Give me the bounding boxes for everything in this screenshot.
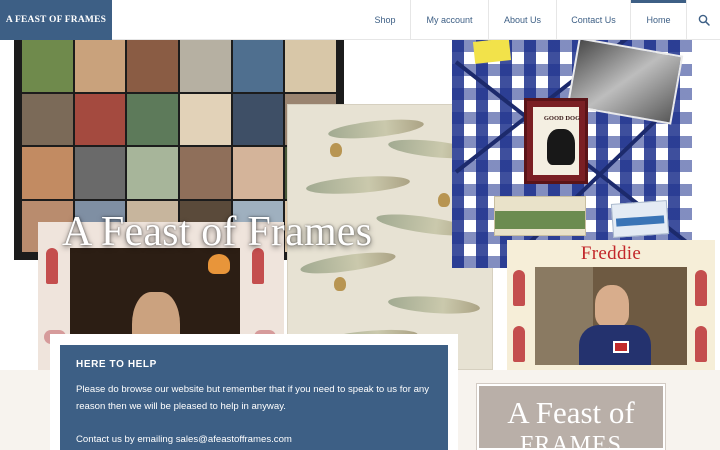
collage-photo bbox=[74, 147, 126, 199]
nav-item-shop[interactable]: Shop bbox=[360, 0, 410, 40]
union-flag bbox=[613, 341, 629, 353]
freddie-frame-label: Freddie bbox=[580, 243, 642, 264]
market-card bbox=[494, 196, 586, 236]
hook bbox=[330, 143, 342, 157]
sidebar-logo-line2: FRAMES bbox=[519, 432, 623, 450]
collage-photo bbox=[232, 93, 284, 145]
collage-photo bbox=[232, 40, 284, 92]
fish bbox=[387, 293, 481, 317]
soldier-decoration bbox=[695, 270, 707, 306]
collage-photo bbox=[127, 40, 178, 92]
search-icon bbox=[698, 14, 710, 26]
nav-item-about-us[interactable]: About Us bbox=[488, 0, 556, 40]
site-logo[interactable]: A FEAST OF FRAMES bbox=[0, 0, 112, 40]
collage-photo bbox=[74, 93, 126, 145]
hero-banner: GOOD DOG Freddie A Feast of Frames bbox=[0, 40, 720, 370]
collage-photo bbox=[180, 147, 231, 199]
soldier-decoration bbox=[46, 248, 58, 284]
fish bbox=[305, 173, 411, 197]
soldier-decoration bbox=[513, 270, 525, 306]
collage-photo bbox=[22, 40, 73, 92]
price-tag bbox=[472, 40, 512, 64]
good-dog-card: GOOD DOG bbox=[524, 98, 588, 184]
boy-photo bbox=[535, 267, 687, 365]
hero-collage-image: GOOD DOG Freddie bbox=[0, 40, 720, 370]
top-bar: A FEAST OF FRAMES Shop My account About … bbox=[0, 0, 720, 40]
hook bbox=[334, 277, 346, 291]
nav-item-my-account[interactable]: My account bbox=[410, 0, 488, 40]
help-body: Please do browse our website but remembe… bbox=[76, 384, 430, 412]
collage-photo bbox=[127, 147, 178, 199]
fish bbox=[327, 116, 425, 142]
sidebar-logo-line1: A Feast of bbox=[507, 395, 635, 430]
nav-item-contact-us[interactable]: Contact Us bbox=[556, 0, 630, 40]
card-paper: GOOD DOG bbox=[533, 107, 580, 175]
help-contact: Contact us by emailing sales@afeastoffra… bbox=[76, 434, 292, 445]
collage-photo bbox=[180, 93, 231, 145]
collage-photo bbox=[22, 147, 73, 199]
sidebar-logo-image[interactable]: A Feast of FRAMES bbox=[477, 384, 665, 450]
fire bbox=[208, 254, 230, 274]
collage-photo bbox=[74, 40, 126, 92]
help-box: HERE TO HELP Please do browse our websit… bbox=[60, 345, 448, 450]
notice-card bbox=[610, 200, 670, 238]
search-button[interactable] bbox=[686, 0, 720, 40]
collage-photo bbox=[285, 40, 336, 92]
card-stripe bbox=[495, 211, 585, 229]
hook bbox=[438, 193, 450, 207]
collage-photo bbox=[22, 93, 73, 145]
card-title: GOOD DOG bbox=[543, 115, 581, 122]
dog bbox=[547, 129, 575, 165]
collage-photo bbox=[127, 93, 178, 145]
soldier-decoration bbox=[695, 326, 707, 362]
freddie-frame: Freddie bbox=[507, 240, 715, 370]
collage-photo bbox=[232, 147, 284, 199]
card-stripe bbox=[615, 215, 665, 227]
soldier-decoration bbox=[513, 326, 525, 362]
nav-item-home[interactable]: Home bbox=[630, 0, 686, 40]
help-heading: HERE TO HELP bbox=[76, 359, 157, 370]
collage-photo bbox=[180, 40, 231, 92]
boy bbox=[595, 285, 629, 327]
hero-title: A Feast of Frames bbox=[62, 209, 373, 255]
